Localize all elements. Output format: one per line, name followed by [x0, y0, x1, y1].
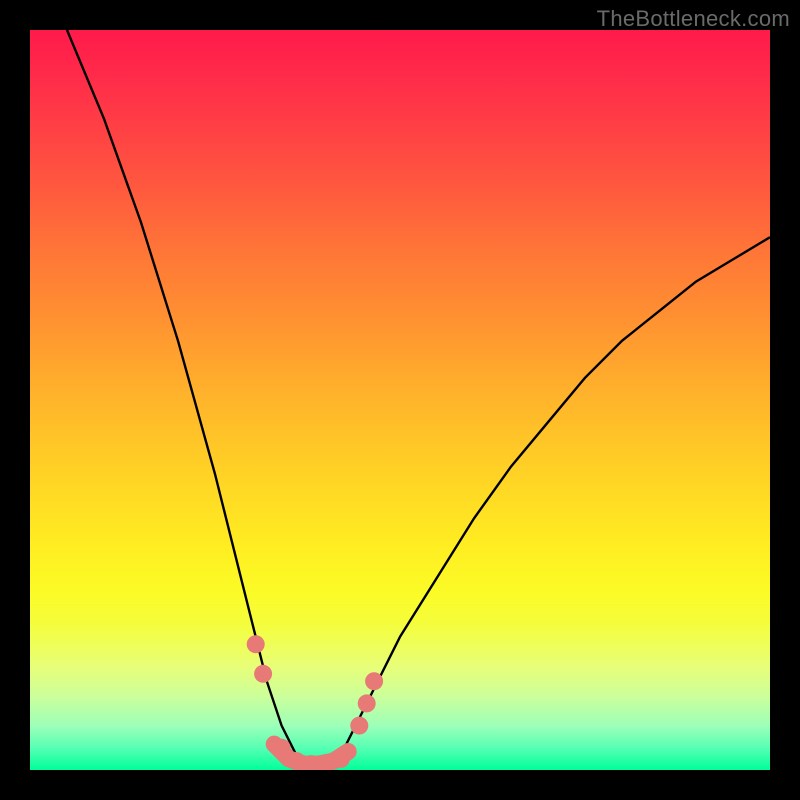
chart-frame: TheBottleneck.com	[0, 0, 800, 800]
marker-dot	[358, 694, 376, 712]
marker-dot	[365, 672, 383, 690]
bottleneck-curve	[67, 30, 770, 770]
chart-svg	[30, 30, 770, 770]
marker-dot	[254, 665, 272, 683]
highlight-markers	[247, 635, 383, 770]
marker-dot	[332, 750, 350, 768]
marker-dot	[350, 717, 368, 735]
plot-background-gradient	[30, 30, 770, 770]
marker-dot	[247, 635, 265, 653]
watermark-text: TheBottleneck.com	[597, 6, 790, 32]
marker-dot	[273, 739, 291, 757]
marker-dot	[287, 752, 305, 770]
bottleneck-curve-path	[67, 30, 770, 770]
